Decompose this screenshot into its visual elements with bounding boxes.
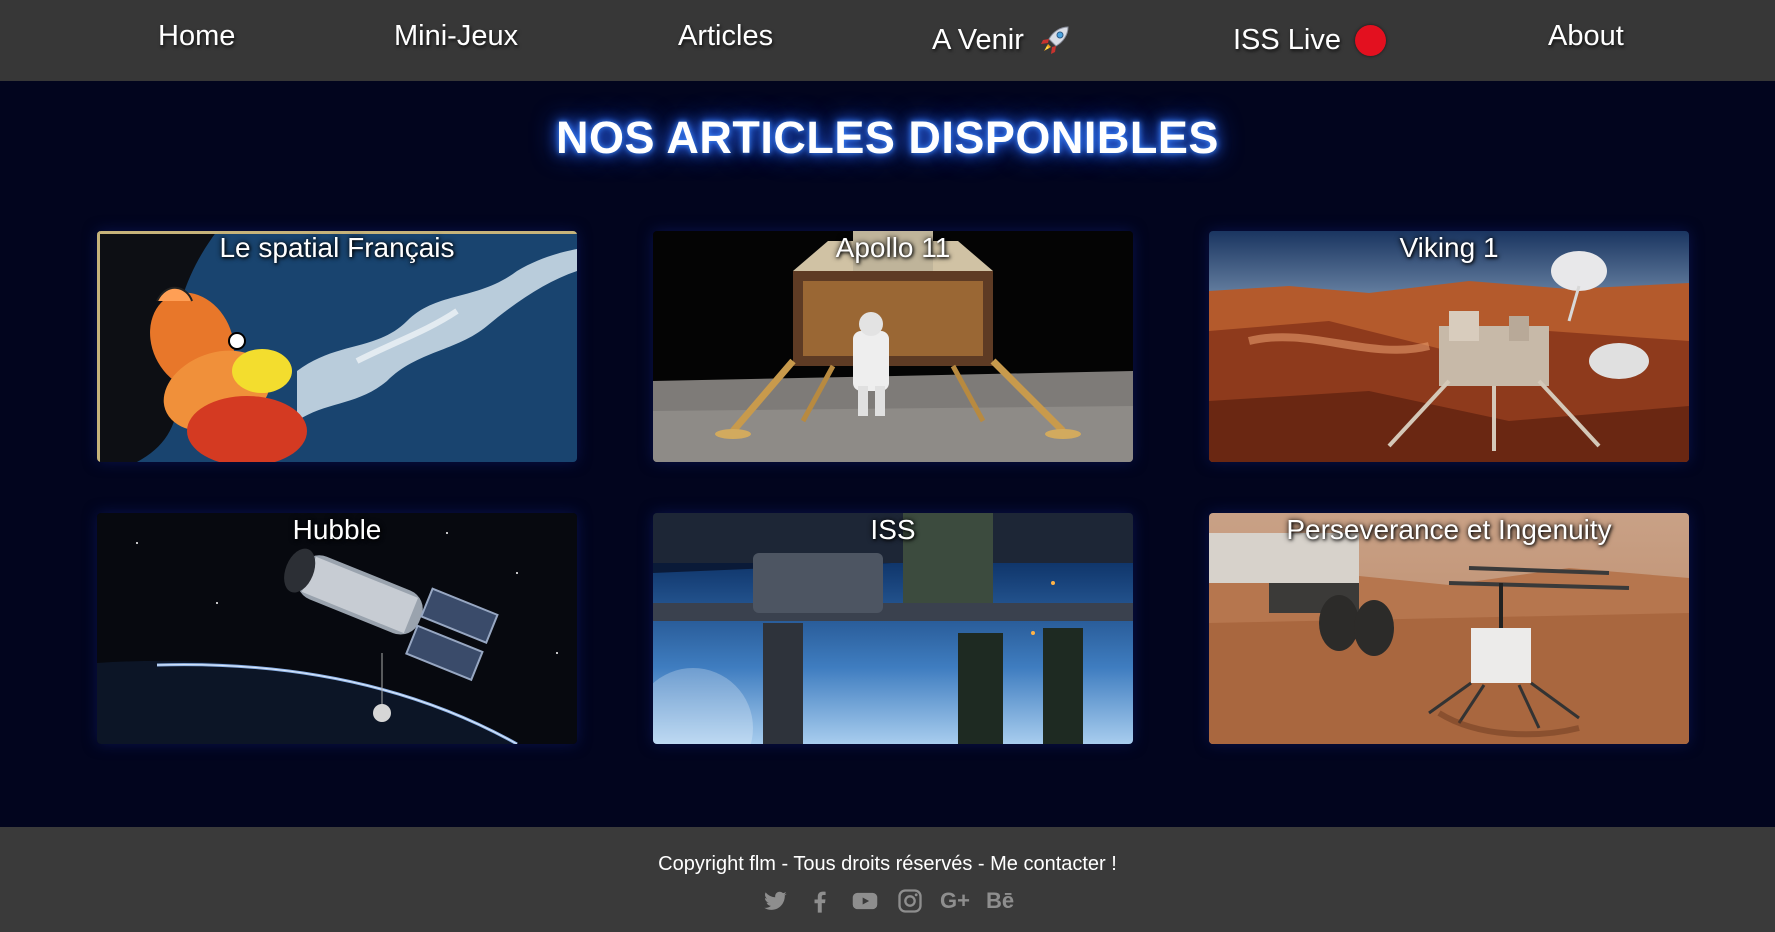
article-card-perseverance-ingenuity[interactable]: Perseverance et Ingenuity <box>1209 513 1689 744</box>
article-card-title: Le spatial Français <box>219 232 455 263</box>
asterix-comic-space-image <box>97 231 577 462</box>
nav-home-link[interactable]: Home <box>158 0 235 72</box>
footer: Copyright flm - Tous droits réservés - M… <box>0 827 1775 932</box>
article-card-title: Apollo 11 <box>835 232 951 263</box>
page-title: NOS ARTICLES DISPONIBLES <box>556 112 1219 163</box>
top-navbar: Home Mini-Jeux Articles A Venir ISS Live… <box>0 0 1775 81</box>
nav-minijeux-label: Mini-Jeux <box>394 19 519 52</box>
youtube-icon[interactable] <box>850 886 880 916</box>
nav-articles-link[interactable]: Articles <box>678 0 773 72</box>
google-plus-icon[interactable]: G+ <box>940 886 970 916</box>
twitter-icon[interactable] <box>760 886 790 916</box>
iss-over-earth-image <box>653 513 1133 744</box>
nav-avenir-link[interactable]: A Venir <box>932 4 1072 76</box>
lunar-module-astronaut-image <box>653 231 1133 462</box>
nav-about-label: About <box>1548 19 1624 52</box>
article-card-title: Viking 1 <box>1399 232 1499 263</box>
copyright-text[interactable]: Copyright flm - Tous droits réservés - M… <box>0 853 1775 876</box>
article-card-iss[interactable]: ISS <box>653 513 1133 744</box>
nav-isslive-label: ISS Live <box>1233 23 1341 56</box>
rocket-icon <box>1040 26 1069 54</box>
nav-avenir-label: A Venir <box>932 23 1024 56</box>
google-plus-label: G+ <box>940 888 970 913</box>
hubble-telescope-earth-image <box>97 513 577 744</box>
nav-home-label: Home <box>158 19 236 52</box>
article-card-apollo-11[interactable]: Apollo 11 <box>653 231 1133 462</box>
nav-about-link[interactable]: About <box>1548 0 1624 72</box>
article-card-title: ISS <box>870 514 916 545</box>
nav-minijeux-link[interactable]: Mini-Jeux <box>394 0 518 72</box>
article-card-title: Perseverance et Ingenuity <box>1286 514 1612 545</box>
instagram-icon[interactable] <box>895 886 925 916</box>
live-indicator-icon <box>1355 24 1386 56</box>
viking-lander-mars-image <box>1209 231 1689 462</box>
article-card-hubble[interactable]: Hubble <box>97 513 577 744</box>
behance-icon[interactable]: Bē <box>985 886 1015 916</box>
article-card-spatial-francais[interactable]: Le spatial Français <box>97 231 577 462</box>
article-card-viking-1[interactable]: Viking 1 <box>1209 231 1689 462</box>
article-card-title: Hubble <box>292 514 382 545</box>
ingenuity-helicopter-mars-image <box>1209 513 1689 744</box>
nav-isslive-link[interactable]: ISS Live <box>1233 4 1386 76</box>
facebook-icon[interactable] <box>805 886 835 916</box>
social-links: G+ Bē <box>0 886 1775 916</box>
nav-articles-label: Articles <box>678 19 774 52</box>
behance-label: Bē <box>985 888 1015 913</box>
